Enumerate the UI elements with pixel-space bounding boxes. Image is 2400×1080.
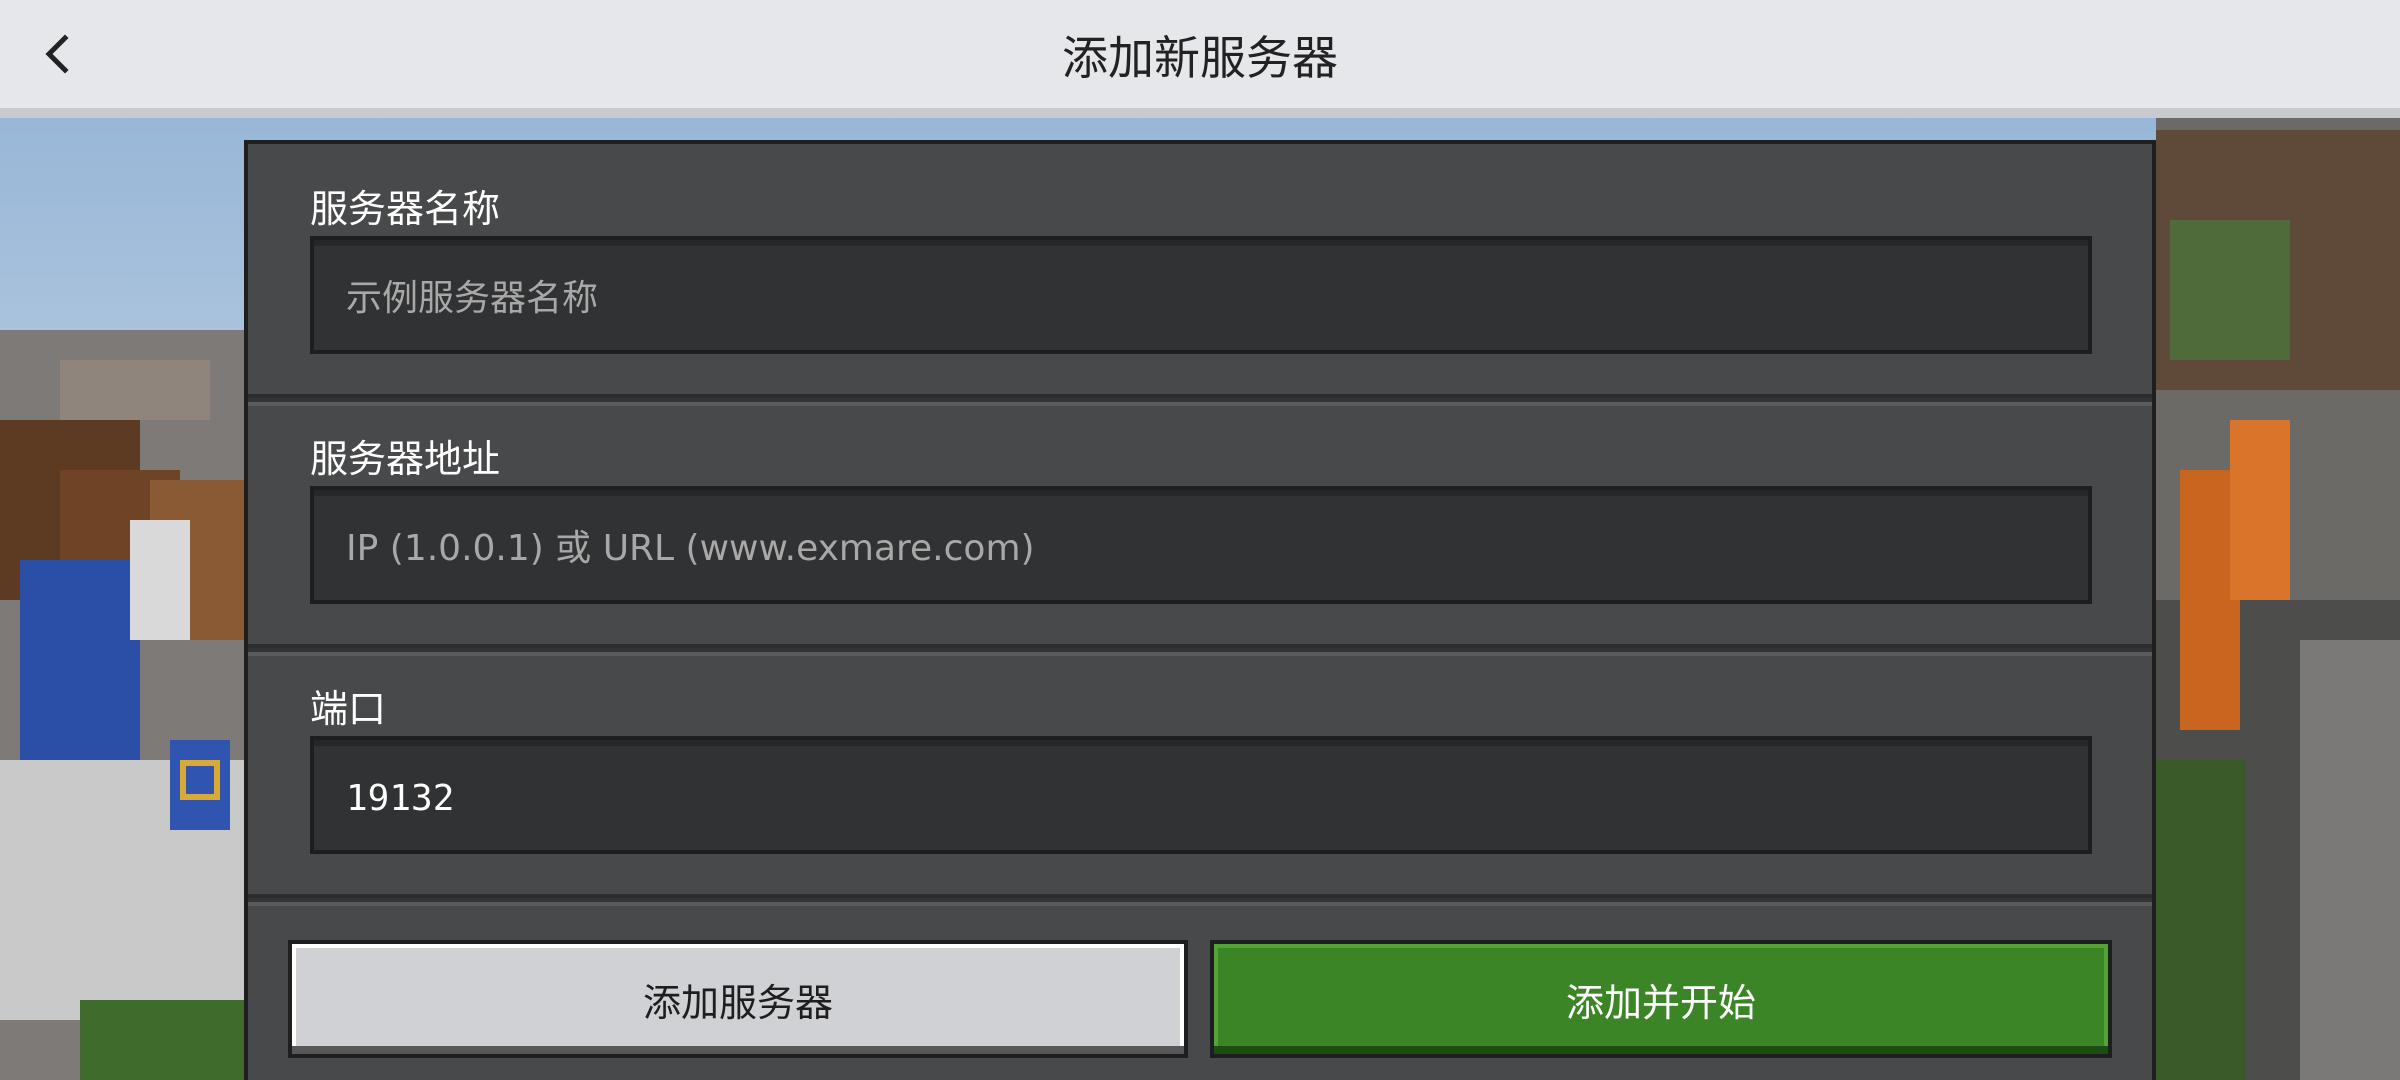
server-address-field-box [310, 486, 2092, 604]
server-address-section: 服务器地址 [248, 402, 2152, 652]
back-button[interactable] [24, 20, 88, 88]
server-name-field-box [310, 236, 2092, 354]
server-name-label: 服务器名称 [310, 187, 501, 231]
server-name-section: 服务器名称 [248, 144, 2152, 402]
add-server-button[interactable]: 添加服务器 [288, 940, 1188, 1058]
page-title: 添加新服务器 [1062, 31, 1338, 85]
server-name-input[interactable] [314, 246, 2088, 350]
port-input[interactable] [314, 746, 2088, 850]
add-server-label: 添加服务器 [642, 980, 833, 1025]
top-bar: 添加新服务器 [0, 0, 2400, 118]
add-server-form: 服务器名称 服务器地址 端口 [244, 140, 2156, 1080]
server-address-input[interactable] [314, 496, 2088, 600]
add-and-start-label: 添加并开始 [1565, 980, 1756, 1025]
chevron-left-icon [45, 34, 69, 74]
port-field-box [310, 736, 2092, 854]
server-address-label: 服务器地址 [310, 437, 501, 481]
port-label: 端口 [310, 687, 387, 731]
add-and-start-button[interactable]: 添加并开始 [1210, 940, 2112, 1058]
port-section: 端口 [248, 652, 2152, 902]
